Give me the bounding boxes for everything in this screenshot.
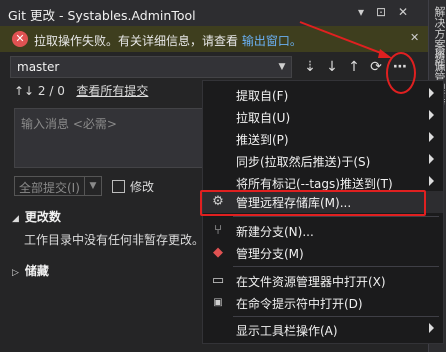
- menu-item-label: 推送到(P): [236, 133, 289, 147]
- expanded-triangle-icon: ◢: [12, 214, 19, 224]
- menu-item-label: 新建分支(N)...: [236, 225, 314, 239]
- menu-item-open-in-explorer[interactable]: ▭ 在文件资源管理器中打开(X): [203, 270, 443, 292]
- banner-text: 拉取操作失败。有关详细信息，请查看: [34, 34, 239, 48]
- annotation-highlight-circle: [386, 52, 416, 94]
- stashes-title: 储藏: [24, 264, 49, 278]
- pull-icon[interactable]: ↓: [322, 57, 342, 77]
- submenu-arrow-icon: [429, 110, 434, 120]
- chevron-down-icon: ▼: [278, 62, 286, 72]
- menu-item-label: 同步(拉取然后推送)于(S): [236, 155, 371, 169]
- submenu-arrow-icon: [429, 176, 434, 186]
- menu-item-label: 提取自(F): [236, 89, 289, 103]
- menu-item-label: 显示工具栏操作(A): [236, 324, 338, 338]
- outgoing-incoming-count: ↑↓ 2 / 0: [14, 84, 65, 98]
- menu-item-manage-branches[interactable]: ◆ 管理分支(M): [203, 242, 443, 264]
- commit-message-placeholder: 输入消息 <必需>: [21, 117, 117, 131]
- close-window-button[interactable]: ✕: [394, 3, 412, 21]
- menu-separator: [233, 316, 439, 317]
- window-title: Git 更改 - Systables.AdminTool: [8, 8, 196, 23]
- submenu-arrow-icon: [429, 154, 434, 164]
- folder-icon: ▭: [211, 273, 225, 288]
- amend-label: 修改: [130, 180, 155, 194]
- banner-close-button[interactable]: ✕: [410, 31, 419, 44]
- submenu-arrow-icon: [429, 88, 434, 98]
- checkbox-box[interactable]: [112, 180, 125, 193]
- view-all-commits-link[interactable]: 查看所有提交: [76, 84, 148, 98]
- menu-item-label: 拉取自(U): [236, 111, 291, 125]
- error-icon: ✕: [12, 31, 28, 47]
- fetch-icon[interactable]: ⇣: [300, 57, 320, 77]
- changes-section-header[interactable]: ◢ 更改数: [12, 208, 61, 225]
- new-branch-icon: ⑂: [214, 223, 222, 238]
- commit-all-label: 全部提交(I): [19, 181, 80, 195]
- changes-title: 更改数: [24, 210, 61, 224]
- title-bar: Git 更改 - Systables.AdminTool ▾ ⊡ ✕: [0, 0, 446, 26]
- manage-branches-icon: ◆: [213, 245, 223, 260]
- menu-item-open-in-command-prompt[interactable]: ▣ 在命令提示符中打开(D): [203, 292, 443, 314]
- commit-all-button[interactable]: 全部提交(I) ▼: [14, 176, 102, 196]
- banner-message: 拉取操作失败。有关详细信息，请查看 输出窗口。: [34, 32, 302, 49]
- collapsed-triangle-icon: ▷: [12, 268, 19, 278]
- sync-status: ↑↓ 2 / 0 查看所有提交: [14, 82, 148, 99]
- changes-empty-text: 工作目录中没有任何非暂存更改。: [24, 233, 205, 247]
- branch-selector[interactable]: master ▼: [10, 56, 292, 78]
- menu-separator: [233, 216, 439, 217]
- chevron-down-icon[interactable]: ▼: [84, 177, 101, 195]
- menu-item-pull-from[interactable]: 拉取自(U): [203, 106, 443, 128]
- submenu-arrow-icon: [429, 132, 434, 142]
- menu-item-label: 管理分支(M): [236, 247, 304, 261]
- window-menu-button[interactable]: ▾: [352, 3, 370, 21]
- branch-name: master: [17, 60, 60, 74]
- sync-icon[interactable]: ⟳: [366, 57, 386, 77]
- amend-checkbox[interactable]: 修改: [112, 178, 154, 195]
- annotation-highlight-box: [200, 190, 426, 216]
- stashes-section-header[interactable]: ▷ 储藏: [12, 262, 49, 279]
- menu-item-show-toolbar-actions[interactable]: 显示工具栏操作(A): [203, 319, 443, 341]
- push-icon[interactable]: ↑: [344, 57, 364, 77]
- menu-item-label: 在命令提示符中打开(D): [236, 297, 363, 311]
- menu-separator: [233, 266, 439, 267]
- menu-item-sync-with[interactable]: 同步(拉取然后推送)于(S): [203, 150, 443, 172]
- properties-tab[interactable]: 属性: [431, 48, 446, 70]
- pin-button[interactable]: ⊡: [372, 3, 390, 21]
- menu-item-push-to[interactable]: 推送到(P): [203, 128, 443, 150]
- menu-item-label: 在文件资源管理器中打开(X): [236, 275, 386, 289]
- commit-message-input[interactable]: 输入消息 <必需>: [14, 108, 218, 168]
- output-window-link[interactable]: 输出窗口。: [242, 34, 302, 48]
- menu-item-new-branch[interactable]: ⑂ 新建分支(N)...: [203, 220, 443, 242]
- submenu-arrow-icon: [429, 323, 434, 333]
- error-banner: ✕ 拉取操作失败。有关详细信息，请查看 输出窗口。 ✕: [0, 26, 428, 52]
- terminal-icon: ▣: [213, 297, 223, 308]
